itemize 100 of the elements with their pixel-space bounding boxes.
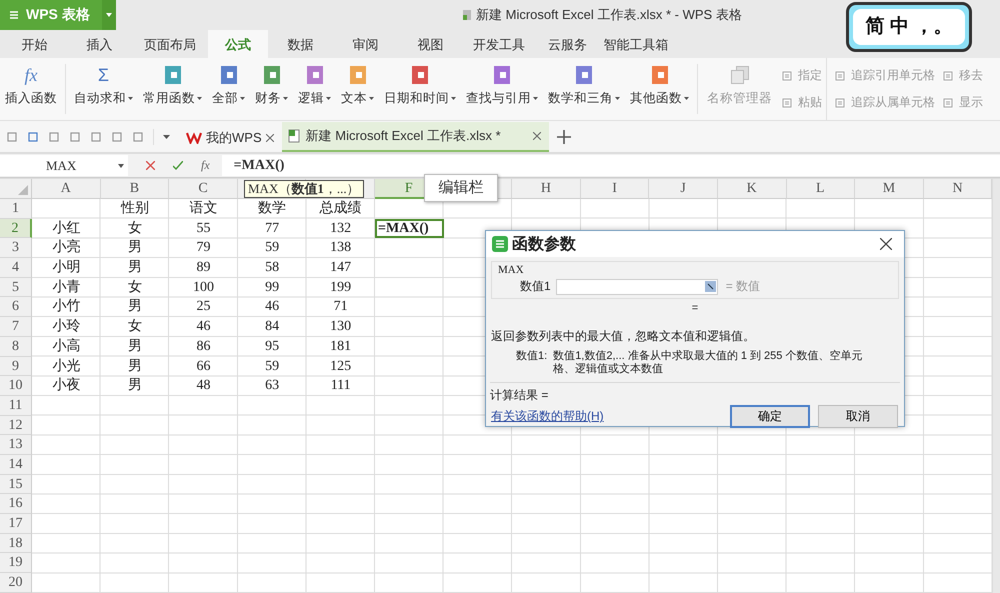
table-cell-text: 小高 (51, 337, 82, 356)
ribbon-button[interactable]: 数学和三角 (543, 58, 625, 120)
ribbon-button[interactable]: 文本 (336, 58, 379, 120)
close-icon[interactable] (880, 238, 892, 250)
row-header[interactable]: 4 (0, 258, 32, 278)
tool-icon (782, 70, 792, 80)
confirm-icon[interactable] (173, 161, 183, 170)
table-cell-text: 100 (192, 278, 215, 297)
table-cell-text: 46 (195, 318, 212, 336)
toolbar-icon[interactable] (6, 130, 18, 142)
table-cell-text: 小夜 (51, 376, 82, 396)
table-cell-text: 48 (195, 377, 212, 396)
toolbar-icon[interactable] (69, 130, 81, 142)
ribbon-button[interactable]: 全部 (207, 58, 250, 120)
column-header[interactable]: K (718, 179, 787, 199)
formula-input[interactable]: =MAX() (222, 155, 1000, 176)
row-header[interactable]: 14 (0, 454, 32, 475)
document-tab[interactable]: 新建 Microsoft Excel 工作表.xlsx * (282, 122, 549, 152)
row-header[interactable]: 19 (0, 553, 32, 574)
row-header[interactable]: 16 (0, 494, 32, 514)
toolbar-icon[interactable] (132, 130, 144, 142)
ribbon-button[interactable]: 常用函数 (138, 58, 207, 120)
toolbar-icon[interactable] (111, 130, 123, 142)
insert-function-button[interactable]: fx (201, 158, 210, 173)
column-header[interactable]: J (649, 179, 718, 199)
document-tab[interactable]: 我的WPS (180, 124, 282, 152)
menu-tab[interactable]: 视图 (398, 30, 463, 58)
ribbon-button[interactable]: 其他函数 (625, 58, 694, 120)
dialog-title: 函数参数 (512, 234, 576, 254)
caret-icon[interactable] (163, 134, 170, 138)
menu-tab[interactable]: 页面布局 (132, 30, 208, 58)
cancel-button[interactable]: 取消 (818, 405, 898, 428)
table-cell-text: 89 (195, 259, 212, 278)
menu-tab[interactable]: 插入 (67, 30, 132, 58)
row-header[interactable]: 3 (0, 238, 32, 258)
cancel-icon[interactable] (146, 161, 155, 170)
row-header[interactable]: 2 (0, 218, 32, 238)
scrollbar[interactable] (992, 179, 1000, 593)
row-header[interactable]: 15 (0, 474, 32, 494)
column-header[interactable]: I (580, 179, 650, 199)
row-header[interactable]: 10 (0, 376, 32, 396)
row-header[interactable]: 13 (0, 435, 32, 455)
row-header[interactable]: 20 (0, 573, 32, 593)
table-cell-text: 小竹 (51, 298, 82, 316)
close-icon[interactable] (266, 134, 274, 142)
table-cell-text: 66 (195, 358, 212, 376)
row-header[interactable]: 1 (0, 199, 32, 219)
row-header[interactable]: 5 (0, 278, 32, 298)
table-cell-text: 63 (264, 377, 280, 396)
menu-tab[interactable]: 公式 (208, 30, 268, 58)
ribbon-button[interactable]: 日期和时间 (379, 58, 461, 120)
toolbar-icon[interactable] (27, 130, 39, 142)
menu-tab[interactable]: 数据 (268, 30, 333, 58)
tooltip: 编辑栏 (424, 174, 498, 202)
ribbon-button[interactable]: fx 插入函数 (0, 58, 62, 120)
menu-tab[interactable]: 云服务 (535, 30, 600, 58)
name-box[interactable]: MAX (0, 155, 128, 176)
row-header[interactable]: 8 (0, 336, 32, 356)
row-header[interactable]: 7 (0, 317, 32, 337)
menu-tab[interactable]: 开发工具 (463, 30, 535, 58)
range-select-icon[interactable] (704, 280, 716, 292)
toolbar-icon[interactable] (48, 130, 60, 142)
table-cell-text: 总成绩 (318, 200, 363, 218)
row-header[interactable]: 17 (0, 514, 32, 534)
ok-button[interactable]: 确定 (730, 405, 810, 428)
argument-label: 数值1 (520, 279, 551, 294)
menu-tab[interactable]: 审阅 (333, 30, 398, 58)
column-header[interactable]: A (32, 179, 101, 199)
menu-tab[interactable]: 开始 (2, 30, 67, 58)
w-logo-icon (186, 132, 202, 144)
add-tab-icon[interactable] (556, 130, 571, 144)
menu-tab[interactable]: 智能工具箱 (600, 30, 672, 58)
table-cell-text: 小亮 (51, 238, 82, 258)
ribbon-button[interactable]: Σ 自动求和 (69, 58, 138, 120)
table-cell-text: 181 (329, 338, 352, 356)
row-header[interactable]: 6 (0, 297, 32, 318)
active-cell[interactable]: =MAX() (374, 218, 444, 238)
column-header[interactable]: B (100, 179, 170, 199)
column-header[interactable]: H (512, 179, 581, 199)
row-header[interactable]: 12 (0, 416, 32, 436)
app-dropdown[interactable] (102, 0, 116, 30)
table-cell-text: 59 (264, 239, 280, 258)
column-header[interactable]: L (786, 179, 856, 199)
toolbar-icon[interactable] (90, 130, 102, 142)
select-all-icon[interactable] (18, 185, 28, 195)
table-cell-text: 84 (264, 318, 280, 336)
ribbon-button[interactable]: 财务 (250, 58, 293, 120)
column-header[interactable]: M (855, 179, 924, 199)
table-cell-text: 语文 (188, 199, 218, 218)
tool-icon (835, 70, 845, 80)
help-link[interactable]: 有关该函数的帮助(H) (491, 408, 604, 425)
row-header[interactable]: 11 (0, 396, 32, 416)
close-icon[interactable] (532, 132, 541, 140)
ribbon-button[interactable]: 逻辑 (293, 58, 336, 120)
row-header[interactable]: 9 (0, 356, 32, 376)
argument-field[interactable] (556, 278, 718, 294)
column-header[interactable]: C (169, 179, 238, 199)
ribbon-button[interactable]: 查找与引用 (461, 58, 543, 120)
row-header[interactable]: 18 (0, 534, 32, 554)
column-header[interactable]: N (924, 179, 992, 199)
